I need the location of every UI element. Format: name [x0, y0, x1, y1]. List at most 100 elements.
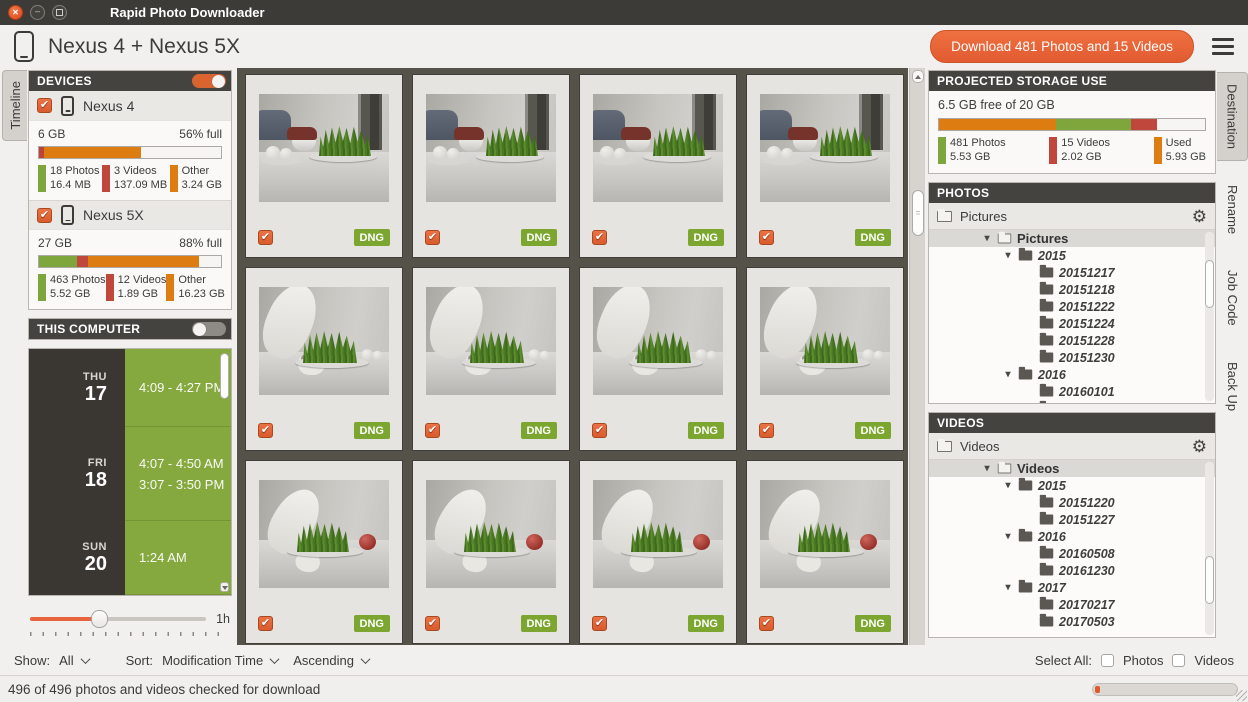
tree-item[interactable]: 20160113: [929, 400, 1215, 403]
tree-item[interactable]: 20170503: [929, 613, 1215, 630]
folder-icon: [937, 441, 952, 452]
right-panel-tab[interactable]: Rename: [1217, 173, 1248, 246]
tree-item[interactable]: 20151224: [929, 315, 1215, 332]
tree-item[interactable]: 20151218: [929, 281, 1215, 298]
tree-item[interactable]: 2017: [929, 579, 1215, 596]
thumbnail-checkbox[interactable]: [759, 230, 774, 245]
close-icon[interactable]: [8, 5, 23, 20]
slider-track[interactable]: [30, 617, 206, 621]
hamburger-menu-icon[interactable]: [1212, 38, 1234, 56]
thumbnail-cell[interactable]: DNG: [746, 267, 904, 451]
thumbnail-cell[interactable]: DNG: [412, 267, 570, 451]
download-button[interactable]: Download 481 Photos and 15 Videos: [930, 30, 1194, 63]
thumbnail-cell[interactable]: DNG: [245, 267, 403, 451]
tree-item[interactable]: 20160508: [929, 545, 1215, 562]
tree-item[interactable]: 20161230: [929, 562, 1215, 579]
timeline-section[interactable]: THU 17 4:09 - 4:27 PM: [29, 349, 231, 427]
thumbnail-toolbar: DNG: [759, 229, 891, 246]
gear-icon[interactable]: ⚙: [1192, 438, 1207, 455]
thumbnail-cell[interactable]: DNG: [746, 74, 904, 258]
photos-destination-row[interactable]: Pictures ⚙: [929, 203, 1215, 230]
tree-item[interactable]: Videos: [929, 460, 1215, 477]
thumbnail-checkbox[interactable]: [759, 616, 774, 631]
thumbnail-cell[interactable]: DNG: [245, 460, 403, 644]
thumbnail-checkbox[interactable]: [425, 616, 440, 631]
thumbnail-checkbox[interactable]: [759, 423, 774, 438]
tree-scrollbar-thumb[interactable]: [1205, 556, 1214, 604]
thumbnail-checkbox[interactable]: [258, 423, 273, 438]
expand-arrow-icon[interactable]: [982, 233, 992, 244]
grid-scrollbar[interactable]: [909, 68, 925, 645]
photo-thumbnail: [259, 94, 389, 202]
right-panel-tab[interactable]: Destination: [1217, 72, 1248, 161]
expand-arrow-icon[interactable]: [1003, 250, 1013, 261]
tree-item[interactable]: 2016: [929, 366, 1215, 383]
show-dropdown[interactable]: All: [59, 653, 88, 668]
tree-item[interactable]: 20151222: [929, 298, 1215, 315]
tree-scrollbar[interactable]: [1205, 232, 1214, 401]
tree-scrollbar[interactable]: [1205, 462, 1214, 635]
timeline-scrollbar-thumb[interactable]: [220, 353, 229, 399]
videos-destination-row[interactable]: Videos ⚙: [929, 433, 1215, 460]
device-checkbox[interactable]: [37, 98, 52, 113]
tree-item[interactable]: 20170217: [929, 596, 1215, 613]
thumbnail-cell[interactable]: DNG: [245, 74, 403, 258]
minimize-icon[interactable]: [30, 5, 45, 20]
thumbnail-checkbox[interactable]: [592, 616, 607, 631]
thumbnail-checkbox[interactable]: [592, 423, 607, 438]
timeline-section[interactable]: FRI 18 4:07 - 4:50 AM 3:07 - 3:50 PM: [29, 427, 231, 521]
folder-icon: [1040, 617, 1054, 627]
thumbnail-cell[interactable]: DNG: [746, 460, 904, 644]
thumbnail-checkbox[interactable]: [258, 230, 273, 245]
tab-timeline[interactable]: Timeline: [2, 70, 27, 141]
tree-item[interactable]: 2015: [929, 477, 1215, 494]
gear-icon[interactable]: ⚙: [1192, 208, 1207, 225]
tree-item[interactable]: 20151230: [929, 349, 1215, 366]
tree-item[interactable]: Pictures: [929, 230, 1215, 247]
resize-grip[interactable]: [1236, 690, 1247, 701]
folder-icon: [937, 211, 952, 222]
tree-item[interactable]: 20160101: [929, 383, 1215, 400]
expand-arrow-icon[interactable]: [982, 463, 992, 474]
timeline-section[interactable]: SUN 20 1:24 AM: [29, 521, 231, 595]
timeline-scroll-down-icon[interactable]: [220, 582, 229, 592]
thumbnail-checkbox[interactable]: [425, 423, 440, 438]
sort-dropdown[interactable]: Modification Time: [162, 653, 278, 668]
right-panel-tab[interactable]: Job Code: [1217, 258, 1248, 338]
thumbnail-checkbox[interactable]: [258, 616, 273, 631]
device-checkbox[interactable]: [37, 208, 52, 223]
tree-item[interactable]: 2015: [929, 247, 1215, 264]
device-row-nexus4[interactable]: Nexus 4: [29, 91, 231, 120]
right-panel-tab[interactable]: Back Up: [1217, 350, 1248, 423]
expand-arrow-icon[interactable]: [1003, 531, 1013, 542]
expand-arrow-icon[interactable]: [1003, 480, 1013, 491]
thumbnail-cell[interactable]: DNG: [579, 74, 737, 258]
devices-toggle[interactable]: [192, 74, 226, 88]
thumbnail-checkbox[interactable]: [592, 230, 607, 245]
thumbnail-cell[interactable]: DNG: [412, 74, 570, 258]
device-row-nexus5x[interactable]: Nexus 5X: [29, 200, 231, 229]
maximize-icon[interactable]: [52, 5, 67, 20]
legend-swatch: [170, 165, 178, 192]
thumbnail-cell[interactable]: DNG: [579, 460, 737, 644]
tree-scrollbar-thumb[interactable]: [1205, 260, 1214, 308]
timeline-resolution-slider[interactable]: [30, 610, 206, 628]
tree-item[interactable]: 20151217: [929, 264, 1215, 281]
tree-item[interactable]: 20151227: [929, 511, 1215, 528]
this-computer-toggle[interactable]: [192, 322, 226, 336]
tree-item[interactable]: 20151228: [929, 332, 1215, 349]
thumbnail-checkbox[interactable]: [425, 230, 440, 245]
slider-thumb[interactable]: [91, 610, 108, 628]
select-all-videos-checkbox[interactable]: [1172, 654, 1185, 667]
tree-item[interactable]: 2016: [929, 528, 1215, 545]
select-all-photos-checkbox[interactable]: [1101, 654, 1114, 667]
thumbnail-cell[interactable]: DNG: [579, 267, 737, 451]
expand-arrow-icon[interactable]: [1003, 369, 1013, 380]
scroll-up-icon[interactable]: [912, 70, 924, 83]
expand-arrow-icon[interactable]: [1003, 582, 1013, 593]
thumbnail-cell[interactable]: DNG: [412, 460, 570, 644]
photo-layer: [433, 145, 459, 159]
sort-order-dropdown[interactable]: Ascending: [293, 653, 369, 668]
grid-scrollbar-thumb[interactable]: [912, 190, 924, 236]
tree-item[interactable]: 20151220: [929, 494, 1215, 511]
